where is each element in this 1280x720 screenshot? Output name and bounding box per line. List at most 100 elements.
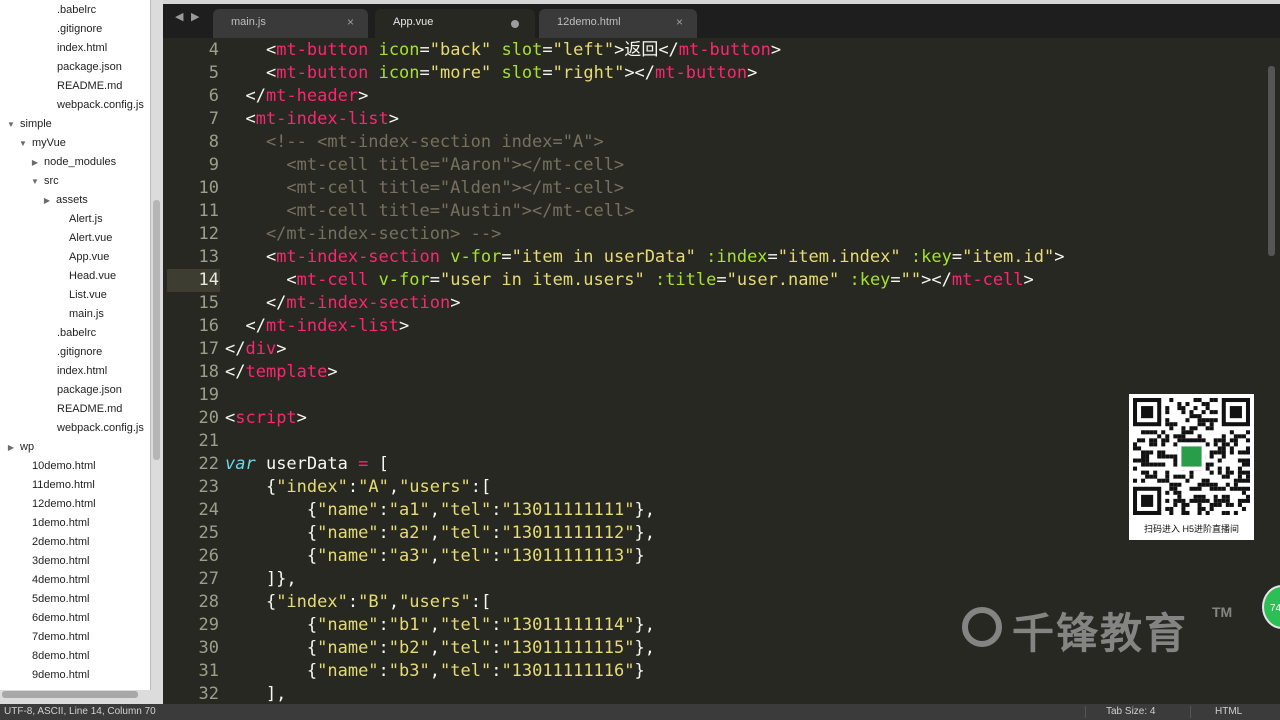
sidebar-file-item[interactable]: 3demo.html (32, 552, 89, 571)
code-token: "a2" (388, 523, 430, 543)
code-token: = (890, 270, 901, 290)
code-line[interactable]: <mt-cell title="Austin"></mt-cell> (225, 200, 634, 223)
tab-app-vue[interactable]: App.vue (375, 9, 535, 38)
sidebar-file-item[interactable]: Head.vue (69, 267, 116, 286)
tab-size-selector[interactable]: Tab Size: 4 (1106, 704, 1155, 720)
sidebar-item-label: List.vue (69, 289, 107, 301)
code-line[interactable]: {"name":"a2","tel":"13011111112"}, (225, 522, 655, 545)
code-line[interactable]: ]}, (225, 568, 297, 591)
sidebar-vertical-scrollbar[interactable] (153, 200, 160, 460)
sidebar-file-item[interactable]: Alert.vue (69, 229, 112, 248)
folder-collapsed-arrow-icon[interactable]: ▶ (6, 438, 16, 457)
editor-vertical-scrollbar[interactable] (1268, 66, 1275, 256)
code-token: "tel" (440, 546, 492, 566)
code-line[interactable]: ], (225, 683, 286, 704)
sidebar-file-item[interactable]: index.html (57, 39, 107, 58)
tab-12demo-html[interactable]: 12demo.html × (539, 9, 697, 38)
sidebar-file-item[interactable]: .gitignore (57, 343, 102, 362)
forward-arrow-icon[interactable]: ▶ (191, 10, 199, 23)
code-line[interactable]: {"name":"b1","tel":"13011111114"}, (225, 614, 655, 637)
code-line[interactable]: <mt-cell v-for="user in item.users" :tit… (225, 269, 1033, 292)
sidebar-folder-item[interactable]: ▼ myVue (18, 134, 66, 153)
sidebar-file-item[interactable]: main.js (69, 305, 104, 324)
code-line[interactable]: {"name":"a3","tel":"13011111113"} (225, 545, 645, 568)
sidebar-file-item[interactable]: 1demo.html (32, 514, 89, 533)
sidebar-item-label: webpack.config.js (57, 422, 144, 434)
code-token: </ (225, 316, 266, 336)
sidebar-file-item[interactable]: 9demo.html (32, 666, 89, 685)
code-line[interactable]: {"name":"b2","tel":"13011111115"}, (225, 637, 655, 660)
sidebar-file-item[interactable]: README.md (57, 77, 122, 96)
sidebar-file-item[interactable]: 11demo.html (32, 476, 95, 495)
sidebar-folder-item[interactable]: ▼ simple (6, 115, 52, 134)
code-line[interactable]: <mt-cell title="Alden"></mt-cell> (225, 177, 624, 200)
sidebar-file-item[interactable]: .babelrc (57, 324, 96, 343)
code-token: : (491, 615, 502, 635)
code-line[interactable]: {"index":"A","users":[ (225, 476, 491, 499)
sidebar-file-item[interactable]: webpack.config.js (57, 96, 144, 115)
sidebar-folder-item[interactable]: ▶ node_modules (30, 153, 116, 172)
line-number: 24 (198, 500, 219, 520)
sidebar-file-item[interactable]: App.vue (69, 248, 109, 267)
sidebar-file-item[interactable]: package.json (57, 58, 122, 77)
code-token: ], (225, 684, 287, 704)
code-line[interactable]: </template> (225, 361, 338, 384)
unsaved-dot-icon[interactable] (511, 20, 519, 28)
sidebar-folder-item[interactable]: ▶ assets (42, 191, 88, 210)
code-token: { (225, 661, 318, 681)
back-arrow-icon[interactable]: ◀ (175, 10, 183, 23)
folder-expanded-arrow-icon[interactable]: ▼ (6, 115, 16, 134)
code-token: </ (225, 293, 287, 313)
code-line[interactable]: {"name":"a1","tel":"13011111111"}, (225, 499, 655, 522)
sidebar-file-item[interactable]: List.vue (69, 286, 107, 305)
sidebar-file-item[interactable]: 4demo.html (32, 571, 89, 590)
code-line[interactable]: <mt-button icon="more" slot="right"></mt… (225, 62, 757, 85)
code-line[interactable]: {"name":"b3","tel":"13011111116"} (225, 660, 645, 683)
sidebar-file-item[interactable]: README.md (57, 400, 122, 419)
tab-main-js[interactable]: main.js × (213, 9, 368, 38)
sidebar-file-item[interactable]: Alert.js (69, 210, 103, 229)
code-line[interactable]: var userData = [ (225, 453, 389, 476)
code-line[interactable]: </mt-index-section> (225, 292, 461, 315)
folder-expanded-arrow-icon[interactable]: ▼ (18, 134, 28, 153)
folder-collapsed-arrow-icon[interactable]: ▶ (30, 153, 40, 172)
code-line[interactable]: </mt-index-list> (225, 315, 409, 338)
sidebar-file-item[interactable]: index.html (57, 362, 107, 381)
code-line[interactable]: <mt-index-section v-for="item in userDat… (225, 246, 1065, 269)
sidebar-file-item[interactable]: 10demo.html (32, 457, 96, 476)
sidebar-file-item[interactable]: 8demo.html (32, 647, 89, 666)
close-icon[interactable]: × (676, 15, 683, 29)
sidebar-item-label: 12demo.html (32, 498, 96, 510)
code-token: : (378, 615, 389, 635)
code-line[interactable]: </mt-index-section> --> (225, 223, 501, 246)
sidebar-file-item[interactable]: 6demo.html (32, 609, 89, 628)
sidebar-item-label: README.md (57, 80, 123, 92)
code-line[interactable]: </div> (225, 338, 286, 361)
code-token: : (378, 661, 389, 681)
code-line[interactable]: <!-- <mt-index-section index="A"> (225, 131, 604, 154)
sidebar-file-item[interactable]: 5demo.html (32, 590, 89, 609)
code-token: , (429, 546, 440, 566)
code-line[interactable]: <mt-index-list> (225, 108, 399, 131)
sidebar-file-item[interactable]: 12demo.html (32, 495, 96, 514)
sidebar-file-item[interactable]: .babelrc (57, 1, 96, 20)
folder-collapsed-arrow-icon[interactable]: ▶ (42, 191, 52, 210)
sidebar-horizontal-scrollbar[interactable] (2, 691, 138, 698)
code-line[interactable]: <mt-button icon="back" slot="left">返回</m… (225, 39, 781, 62)
sidebar-file-item[interactable]: .gitignore (57, 20, 102, 39)
sidebar-folder-item[interactable]: ▼ src (30, 172, 59, 191)
code-line[interactable]: <script> (225, 407, 307, 430)
code-line[interactable]: <mt-cell title="Aaron"></mt-cell> (225, 154, 624, 177)
sidebar-file-item[interactable]: 2demo.html (32, 533, 89, 552)
code-line[interactable]: </mt-header> (225, 85, 368, 108)
folder-expanded-arrow-icon[interactable]: ▼ (30, 172, 40, 191)
close-icon[interactable]: × (347, 15, 354, 29)
code-line[interactable]: {"index":"B","users":[ (225, 591, 491, 614)
sidebar-file-item[interactable]: package.json (57, 381, 122, 400)
sidebar-file-item[interactable]: webpack.config.js (57, 419, 144, 438)
sidebar-folder-item[interactable]: ▶ wp (6, 438, 34, 457)
sidebar-file-item[interactable]: 7demo.html (32, 628, 89, 647)
syntax-selector[interactable]: HTML (1215, 704, 1242, 720)
code-token: <!-- <mt-index-section index="A"> (225, 132, 604, 152)
